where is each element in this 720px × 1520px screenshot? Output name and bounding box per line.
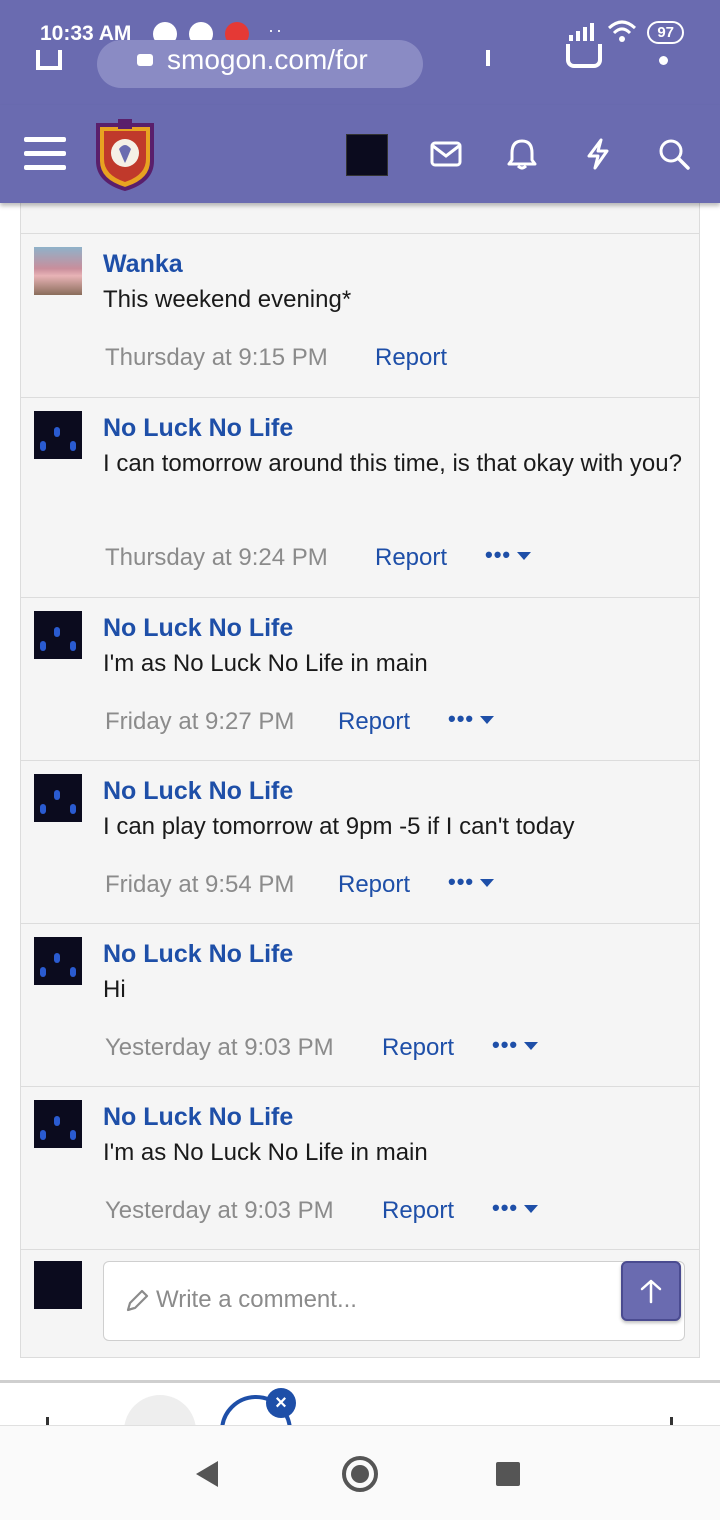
bolt-icon[interactable] bbox=[580, 136, 616, 172]
comment-author[interactable]: Wanka bbox=[103, 250, 183, 279]
comment-text: This weekend evening* bbox=[103, 286, 352, 313]
browser-menu-icon[interactable] bbox=[659, 56, 668, 65]
comment-text: I can tomorrow around this time, is that… bbox=[103, 450, 682, 477]
report-link[interactable]: Report bbox=[338, 871, 410, 899]
comment-author[interactable]: No Luck No Life bbox=[103, 940, 293, 969]
tabs-icon[interactable] bbox=[566, 44, 602, 68]
report-link[interactable]: Report bbox=[382, 1197, 454, 1225]
share-icon[interactable] bbox=[486, 50, 490, 66]
comment-placeholder: Write a comment... bbox=[156, 1286, 357, 1313]
report-link[interactable]: Report bbox=[338, 708, 410, 736]
signal-icon bbox=[569, 23, 595, 41]
more-options-button[interactable]: ••• bbox=[492, 1032, 539, 1058]
report-link[interactable]: Report bbox=[382, 1034, 454, 1062]
caret-down-icon bbox=[517, 552, 532, 561]
home-icon[interactable] bbox=[36, 50, 62, 70]
caret-down-icon bbox=[480, 879, 495, 888]
comment-timestamp[interactable]: Yesterday at 9:03 PM bbox=[105, 1197, 334, 1225]
status-bar: 10:33 AM ·· 97 smogon.com/for bbox=[0, 0, 720, 105]
avatar[interactable] bbox=[34, 611, 82, 659]
user-avatar[interactable] bbox=[346, 134, 388, 176]
comment-author[interactable]: No Luck No Life bbox=[103, 777, 293, 806]
comment-item: No Luck No Life I'm as No Luck No Life i… bbox=[21, 1086, 699, 1249]
avatar[interactable] bbox=[34, 1100, 82, 1148]
caret-down-icon bbox=[524, 1042, 539, 1051]
comment-item: No Luck No Life I can tomorrow around th… bbox=[21, 397, 699, 597]
comment-timestamp[interactable]: Thursday at 9:15 PM bbox=[105, 344, 328, 372]
comment-item: No Luck No Life Hi Yesterday at 9:03 PM … bbox=[21, 923, 699, 1086]
report-link[interactable]: Report bbox=[375, 544, 447, 572]
scroll-to-top-button[interactable] bbox=[621, 1261, 681, 1321]
smogon-logo[interactable] bbox=[94, 119, 156, 191]
comment-text: Hi bbox=[103, 976, 126, 1003]
comment-text: I'm as No Luck No Life in main bbox=[103, 1139, 428, 1166]
system-nav-bar bbox=[0, 1425, 720, 1520]
lock-icon bbox=[137, 54, 153, 66]
arrow-up-icon bbox=[640, 1279, 662, 1304]
close-tab-icon[interactable]: × bbox=[266, 1388, 296, 1418]
comment-timestamp[interactable]: Friday at 9:27 PM bbox=[105, 708, 294, 736]
menu-indicator-icon bbox=[670, 1417, 673, 1425]
address-bar[interactable]: smogon.com/for bbox=[97, 40, 423, 88]
comment-item: Wanka This weekend evening* Thursday at … bbox=[21, 233, 699, 397]
mail-icon[interactable] bbox=[428, 136, 464, 172]
more-options-button[interactable]: ••• bbox=[448, 706, 495, 732]
more-options-button[interactable]: ••• bbox=[492, 1195, 539, 1221]
recents-icon[interactable] bbox=[496, 1462, 520, 1486]
bell-icon[interactable] bbox=[504, 136, 540, 172]
pencil-icon bbox=[126, 1289, 149, 1312]
more-notifications-icon: ·· bbox=[268, 20, 284, 40]
avatar[interactable] bbox=[34, 774, 82, 822]
more-options-button[interactable]: ••• bbox=[485, 542, 532, 568]
profile-posts-content: Wanka This weekend evening* Thursday at … bbox=[0, 203, 720, 1380]
browser-tab-strip bbox=[0, 1380, 720, 1425]
back-indicator-icon bbox=[46, 1417, 49, 1425]
comment-timestamp[interactable]: Yesterday at 9:03 PM bbox=[105, 1034, 334, 1062]
tab-thumbnail[interactable] bbox=[124, 1395, 196, 1425]
search-icon[interactable] bbox=[656, 136, 692, 172]
hamburger-icon[interactable] bbox=[24, 137, 66, 171]
status-icons: 97 bbox=[567, 20, 684, 44]
comment-item: No Luck No Life I'm as No Luck No Life i… bbox=[21, 597, 699, 760]
caret-down-icon bbox=[524, 1205, 539, 1214]
comment-timestamp[interactable]: Thursday at 9:24 PM bbox=[105, 544, 328, 572]
report-link[interactable]: Report bbox=[375, 344, 447, 372]
comment-text: I can play tomorrow at 9pm -5 if I can't… bbox=[103, 813, 575, 840]
comment-author[interactable]: No Luck No Life bbox=[103, 1103, 293, 1132]
url-text: smogon.com/for bbox=[167, 44, 368, 75]
home-button-icon[interactable] bbox=[342, 1456, 378, 1492]
comment-item: No Luck No Life I can play tomorrow at 9… bbox=[21, 760, 699, 923]
comment-thread: Wanka This weekend evening* Thursday at … bbox=[20, 203, 700, 1358]
avatar[interactable] bbox=[34, 247, 82, 295]
comment-text: I'm as No Luck No Life in main bbox=[103, 650, 428, 677]
battery-indicator: 97 bbox=[647, 20, 684, 44]
comment-author[interactable]: No Luck No Life bbox=[103, 414, 293, 443]
caret-down-icon bbox=[480, 716, 495, 725]
avatar[interactable] bbox=[34, 937, 82, 985]
avatar[interactable] bbox=[34, 411, 82, 459]
comment-input[interactable]: Write a comment... bbox=[103, 1261, 685, 1341]
comment-author[interactable]: No Luck No Life bbox=[103, 614, 293, 643]
wifi-icon bbox=[608, 20, 637, 42]
avatar bbox=[34, 1261, 82, 1309]
more-options-button[interactable]: ••• bbox=[448, 869, 495, 895]
comment-timestamp[interactable]: Friday at 9:54 PM bbox=[105, 871, 294, 899]
back-icon[interactable] bbox=[196, 1461, 218, 1487]
